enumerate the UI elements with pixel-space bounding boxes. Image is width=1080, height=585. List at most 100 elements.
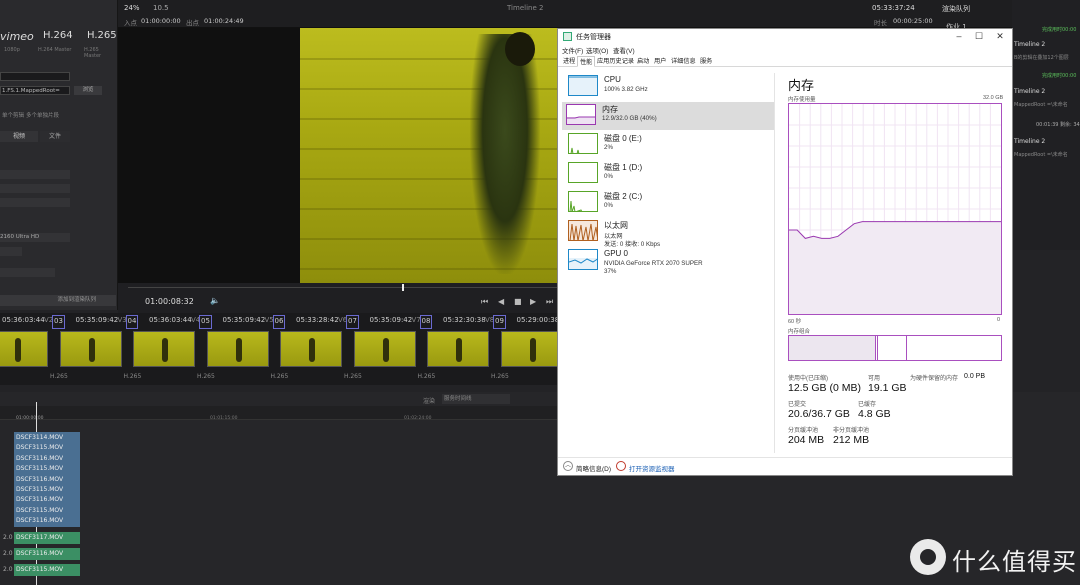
scrubber-track[interactable] [128,287,558,288]
tab-services[interactable]: 服务 [698,56,714,67]
skip-forward-icon[interactable]: ⏭ [546,297,553,307]
clip-timecode: 05:35:09:42 [222,316,266,324]
memory-usage-chart [789,104,1001,314]
volume-icon[interactable]: 🔈 [210,296,220,305]
job-status-1: 完成用时00:00 [1042,27,1077,33]
audio-clip[interactable]: DSCF3115.MOV [14,564,80,576]
clip-number: 05 [199,315,212,329]
clip-number: 06 [272,315,286,329]
framerate-select[interactable] [0,247,22,256]
open-resource-monitor-link[interactable]: 打开资源监视器 [629,463,675,473]
clip-timecode: 05:32:30:38 [443,316,486,324]
sidebar-item-disk[interactable]: 磁盘 2 (C:) 0% [564,189,774,217]
tab-details[interactable]: 详细信息 [669,56,698,67]
stat-cached-label: 已缓存 [858,402,877,408]
tab-file[interactable]: 文件 [40,131,70,142]
close-button[interactable]: ✕ [989,30,1011,42]
sidebar-item-mem[interactable]: 内存 12.9/32.0 GB (40%) [562,102,774,130]
clip-number: 07 [346,315,359,329]
play-icon[interactable]: ▶ [530,297,536,306]
clip-thumbnail[interactable] [206,331,269,367]
clip-thumbnail[interactable] [427,331,489,367]
quality-select[interactable] [0,268,55,277]
clip-thumbnail[interactable] [59,331,122,367]
gpu-graph-icon [568,249,598,270]
clip-timecode: 05:33:28:42 [296,316,339,324]
watermark-logo [910,539,946,575]
duration-label: 时长 [874,19,887,27]
preset-h264[interactable]: H.264 [43,30,73,41]
stop-icon[interactable]: ■ [514,297,522,306]
play-reverse-icon[interactable]: ◀ [498,297,504,306]
sidebar-item-net[interactable]: 以太网 以太网 发送: 0 接收: 0 Kbps [564,218,774,248]
out-label: 出点 [186,19,199,27]
menu-file[interactable]: 文件(F) [562,45,583,55]
sidebar-item-detail: 0% [604,202,613,209]
stat-committed-label: 已提交 [788,402,807,408]
audio-clip[interactable]: DSCF3117.MOV [14,532,80,544]
sidebar-item-name: 磁盘 1 (D:) [604,163,643,172]
sidebar-item-disk[interactable]: 磁盘 1 (D:) 0% [564,160,774,188]
stat-paged: 204 MB [788,434,825,446]
stat-hw-reserved: 0.0 PB [964,373,986,380]
clip-thumbnail[interactable] [133,331,195,367]
clip-thumbnail[interactable] [500,331,563,367]
video-clip[interactable]: DSCF3116.MOV [14,515,80,528]
clip-timecode: 05:35:09:42 [369,316,413,324]
sidebar-item-cpu[interactable]: CPU 100% 3.82 GHz [564,73,774,101]
maximize-button[interactable]: ☐ [968,30,990,42]
job-status-2: 完成用时00:00 [1042,73,1077,79]
sidebar-item-gpu[interactable]: GPU 0 NVIDIA GeForce RTX 2070 SUPER 37% [564,247,774,275]
tab-processes[interactable]: 进程 [561,56,577,67]
menu-options[interactable]: 选项(O) [586,45,608,55]
codec-select[interactable] [0,184,70,193]
tab-app-history[interactable]: 应用历史记录 [595,56,636,67]
zoom-level[interactable]: 24% [124,4,140,12]
resolution-select[interactable]: 2160 Ultra HD [0,233,70,242]
skip-back-icon[interactable]: ⏮ [481,297,488,307]
less-details-link[interactable]: 简略信息(D) [576,463,611,473]
filename-input[interactable] [0,72,70,81]
video-frame [300,28,558,283]
sidebar-item-name: GPU 0 [604,249,629,258]
menu-view[interactable]: 查看(V) [613,45,635,55]
encoder-select[interactable] [0,198,70,207]
browse-button[interactable]: 浏览 [74,86,102,95]
tab-users[interactable]: 用户 [652,56,668,67]
multi-clip-option[interactable]: 多个单独片段 [26,111,59,119]
graph-time-right: 0 [997,317,1001,323]
clip-thumbnail[interactable] [353,331,416,367]
playhead[interactable] [402,284,404,291]
audio-gain: 2.0 [3,566,13,573]
stat-available-label: 可用 [868,376,881,382]
disk-graph-icon [568,162,598,183]
graph-time-left: 60 秒 [788,319,802,325]
tab-performance[interactable]: 性能 [577,56,596,67]
single-clip-option[interactable]: 单个剪辑 [2,111,24,119]
sidebar-item-disk[interactable]: 磁盘 0 (E:) 2% [564,131,774,159]
sidebar-item-name: 磁盘 2 (C:) [604,192,643,201]
playback-mode-select[interactable]: 服务时间线 [442,394,510,404]
in-label: 入点 [124,19,137,27]
format-select[interactable] [0,170,70,179]
preset-h265[interactable]: H.265 [87,30,117,41]
clip-codec: H.265 [50,373,68,380]
preset-res-3: H.265 Master [84,47,102,59]
performance-sidebar: CPU 100% 3.82 GHz 内存 12.9/32.0 GB (40%) 磁盘 0… [560,73,774,453]
clip-thumbnail[interactable] [0,331,48,367]
tab-startup[interactable]: 启动 [635,56,651,67]
minimize-button[interactable]: – [948,30,970,42]
add-to-render-queue-button[interactable]: 添加到渲染队列 [0,295,116,306]
location-input[interactable]: 1.FS.1.MappedRoot= [0,86,70,95]
chevron-up-icon[interactable]: ︿ [563,461,573,471]
sidebar-item-detail: 100% 3.82 GHz [604,86,648,93]
clip-codec: H.265 [197,373,215,380]
preset-vimeo[interactable]: vimeo [0,30,34,43]
clip-timecode: 05:29:00:38 [516,316,560,324]
timeline-ruler[interactable]: 01:00:00:00 01:01:15:00 01:02:24:00 [0,402,558,585]
clip-thumbnail[interactable] [280,331,342,367]
job-note-3: MappedRoot =\未命名 [1014,152,1068,158]
tab-video[interactable]: 视频 [0,131,38,142]
title-bar: 任务管理器 – ☐ ✕ [558,29,1012,44]
audio-clip[interactable]: DSCF3116.MOV [14,548,80,560]
